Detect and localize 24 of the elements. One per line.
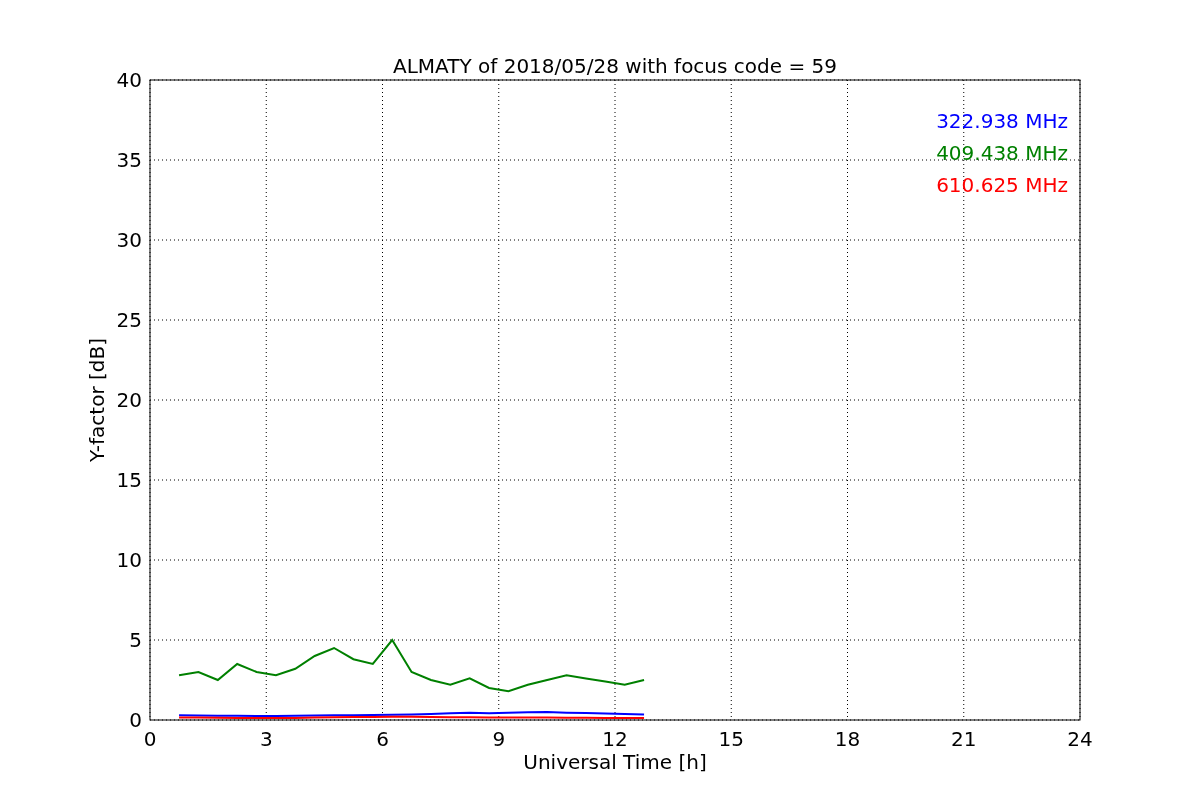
x-tick-label: 24 xyxy=(1067,727,1093,751)
x-axis-label: Universal Time [h] xyxy=(523,750,707,774)
y-tick-label: 25 xyxy=(116,308,142,332)
x-tick-label: 3 xyxy=(259,727,273,751)
y-tick-label: 10 xyxy=(116,548,142,572)
y-tick-label: 15 xyxy=(116,468,142,492)
x-tick-label: 15 xyxy=(718,727,744,751)
x-tick-label: 9 xyxy=(492,727,506,751)
x-tick-label: 21 xyxy=(951,727,977,751)
legend-label: 409.438 MHz xyxy=(936,141,1068,165)
y-tick-label: 30 xyxy=(116,228,142,252)
x-tick-label: 6 xyxy=(376,727,389,751)
y-tick-label: 35 xyxy=(116,148,142,172)
x-tick-label: 12 xyxy=(602,727,628,751)
x-tick-label: 18 xyxy=(834,727,861,751)
legend-label: 322.938 MHz xyxy=(936,109,1068,133)
y-axis-label: Y-factor [dB] xyxy=(85,338,109,462)
chart-title: ALMATY of 2018/05/28 with focus code = 59 xyxy=(393,54,837,78)
y-tick-label: 5 xyxy=(129,628,142,652)
legend-label: 610.625 MHz xyxy=(936,173,1068,197)
y-tick-label: 20 xyxy=(116,388,142,412)
x-tick-label: 0 xyxy=(143,727,157,751)
y-tick-label: 0 xyxy=(129,708,142,732)
y-tick-label: 40 xyxy=(116,68,142,92)
